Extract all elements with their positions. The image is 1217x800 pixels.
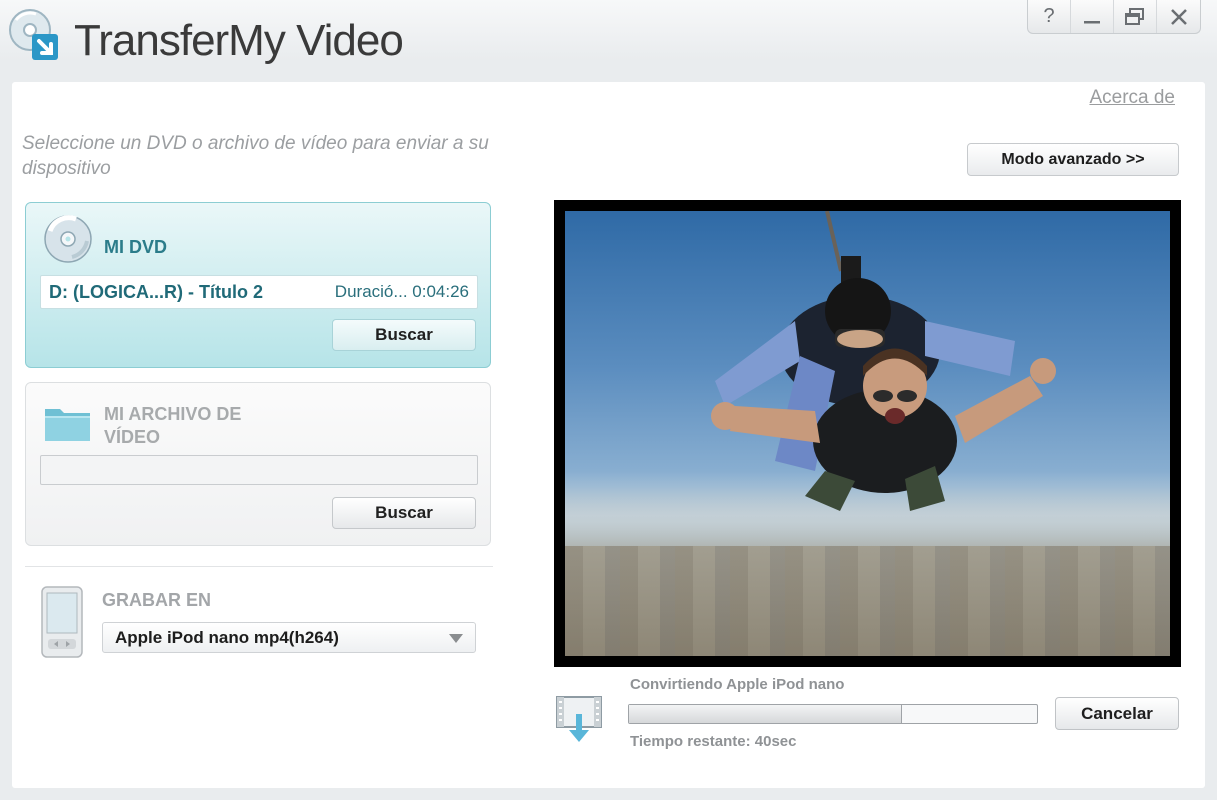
window-controls: ? — [1027, 0, 1201, 34]
time-remaining: Tiempo restante: 40sec — [630, 733, 797, 750]
record-to-label: GRABAR EN — [102, 590, 212, 610]
skydivers-image — [711, 211, 1056, 511]
dvd-title-value: D: (LOGICA...R) - Título 2 — [49, 281, 263, 302]
dvd-browse-button[interactable]: Buscar — [332, 319, 476, 351]
restore-icon — [1125, 7, 1144, 25]
conversion-status: Convirtiendo Apple iPod nano — [630, 676, 845, 693]
close-button[interactable] — [1157, 0, 1200, 33]
video-file-panel-title: MI ARCHIVO DE VÍDEO — [104, 404, 242, 447]
film-download-icon — [556, 696, 602, 742]
dvd-panel-title: MI DVD — [104, 237, 167, 257]
preview-frame — [565, 211, 1170, 656]
help-button[interactable]: ? — [1028, 0, 1071, 33]
video-file-browse-button[interactable]: Buscar — [332, 497, 476, 529]
divider — [25, 566, 493, 567]
dvd-duration: Duració... 0:04:26 — [334, 282, 469, 301]
video-file-panel[interactable]: MI ARCHIVO DE VÍDEO Buscar — [25, 382, 491, 546]
about-link[interactable]: Acerca de — [1089, 87, 1175, 109]
folder-icon — [45, 409, 90, 441]
dvd-disc-icon — [44, 215, 92, 263]
progress-fill — [629, 705, 903, 723]
disc-arrow-logo-icon — [9, 9, 58, 60]
help-icon: ? — [1043, 5, 1055, 27]
dvd-title-field[interactable]: D: (LOGICA...R) - Título 2 Duració... 0:… — [40, 275, 478, 309]
app-title: TransferMy Video — [74, 16, 404, 65]
device-select-value: Apple iPod nano mp4(h264) — [115, 627, 339, 647]
minimize-button[interactable] — [1071, 0, 1114, 33]
instructions-text: Seleccione un DVD o archivo de vídeo par… — [22, 133, 489, 179]
dvd-panel[interactable]: MI DVD D: (LOGICA...R) - Título 2 Duraci… — [25, 202, 491, 368]
main-content: Acerca de Seleccione un DVD o archivo de… — [12, 82, 1205, 788]
device-select[interactable]: Apple iPod nano mp4(h264) — [102, 622, 476, 653]
conversion-progress-bar — [628, 704, 1038, 724]
cancel-button[interactable]: Cancelar — [1055, 697, 1179, 730]
app-window: TransferMy Video ? Acerca de Seleccione … — [0, 0, 1217, 800]
close-icon — [1170, 8, 1187, 25]
advanced-mode-button[interactable]: Modo avanzado >> — [967, 143, 1179, 176]
media-player-icon — [41, 586, 83, 658]
restore-button[interactable] — [1114, 0, 1157, 33]
video-file-path-field[interactable] — [40, 455, 478, 485]
video-preview — [554, 200, 1181, 667]
minimize-icon — [1084, 20, 1100, 23]
chevron-down-icon — [449, 634, 463, 643]
